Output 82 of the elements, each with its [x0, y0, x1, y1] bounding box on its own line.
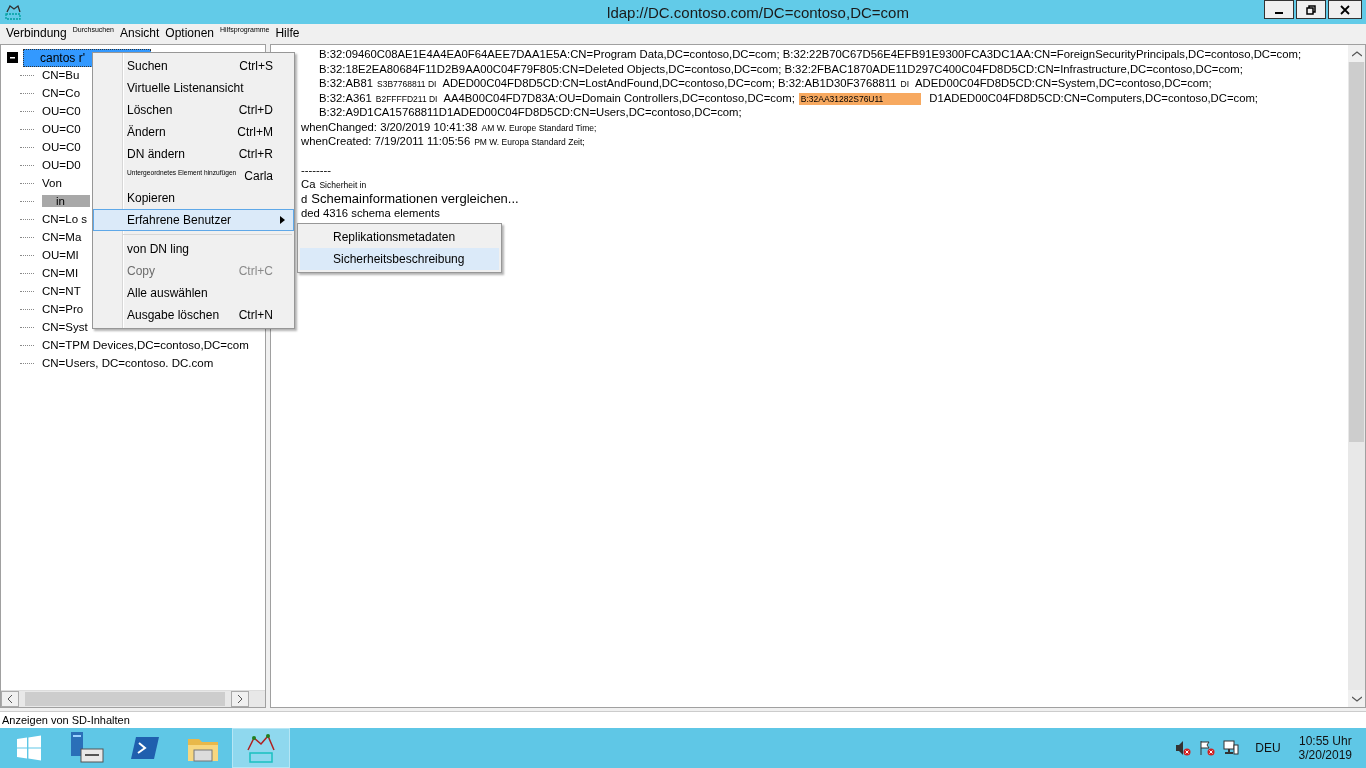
vertical-scrollbar[interactable] — [1348, 45, 1365, 707]
minimize-icon — [1275, 11, 1283, 14]
window-title: ldap://DC.contoso.com/DC=contoso,DC=com — [606, 3, 909, 21]
windows-icon — [16, 735, 42, 761]
menu-item[interactable]: Verbindung — [6, 26, 67, 40]
tree-item[interactable]: CN=Users, DC=contoso. DC.com — [42, 357, 214, 369]
menu-item[interactable]: Erfahrene Benutzer — [93, 209, 294, 231]
close-button[interactable] — [1328, 0, 1362, 19]
tree-item[interactable]: CN=Syst — [42, 321, 88, 333]
output-text: AM W. Europe Standard Time; — [481, 122, 597, 133]
output-text: Schemainformationen vergleichen... — [311, 190, 519, 206]
output-text: B:32:A9D1CA15768811D1ADED00C04FD8D5CD:CN=Users,DC=contoso,DC=com; — [319, 106, 742, 118]
tree-item[interactable]: CN=Co — [42, 87, 81, 99]
menu-item[interactable]: Ansicht — [120, 26, 160, 40]
tree-item[interactable]: OU=D0 — [42, 159, 81, 171]
minimize-button[interactable] — [1264, 0, 1294, 19]
scroll-down-button[interactable] — [1348, 690, 1365, 707]
output-text: Sicherheit in — [319, 180, 367, 190]
horizontal-scrollbar[interactable] — [1, 690, 265, 707]
output-text: ADED00C04FD8D5CD:CN=System,DC=contoso,DC=com; — [915, 77, 1212, 89]
tree-item[interactable]: CN=Bu — [42, 69, 80, 81]
menu-item[interactable]: Hilfe — [275, 26, 300, 40]
output-text: D1ADED00C04FD8D5CD:CN=Computers,DC=contoso,DC=com; — [929, 91, 1258, 104]
tree-item[interactable]: CN=Ma — [42, 231, 82, 243]
menu-item[interactable]: Ändern Ctrl+M — [93, 121, 294, 143]
tree-item[interactable]: CN=MI — [42, 267, 79, 279]
scroll-right-button[interactable] — [231, 691, 249, 707]
menu-item[interactable]: Alle auswählen — [93, 282, 294, 304]
output-text: whenCreated: 7/19/2011 11:05:56 — [301, 135, 471, 147]
tree-icon — [4, 3, 22, 21]
output-text: Ca — [301, 178, 316, 190]
submenu-arrow-icon — [280, 216, 285, 224]
tree-item[interactable]: in — [42, 195, 90, 207]
tree-item[interactable]: CN=NT — [42, 285, 81, 297]
close-icon — [1340, 4, 1350, 15]
language-indicator[interactable]: DEU — [1255, 741, 1281, 755]
tree-item[interactable]: OU=C0 — [42, 105, 81, 117]
output-text: d — [301, 192, 308, 205]
output-text: B:32:A361 — [319, 91, 372, 104]
menu-item[interactable]: Optionen — [165, 26, 215, 40]
status-text: Anzeigen von SD-Inhalten — [2, 714, 130, 726]
tree-item[interactable]: OU=C0 — [42, 123, 81, 135]
output-text: DI — [900, 79, 909, 89]
output-text: B:32:18E2EA80684F11D2B9AA00C04F79F805:CN=Deleted Objects,DC=contoso,DC=com; B:32:2FBAC1870ADE11D297C400C04FD8D5CD:CN=Infrastructure,DC=contoso,DC=com; — [319, 62, 1243, 75]
output-text: PM W. Europa Standard Zeit; — [474, 137, 585, 147]
scroll-thumb[interactable] — [25, 692, 225, 706]
menu-item[interactable]: Ausgabe löschen Ctrl+N — [93, 304, 294, 326]
output-text: whenChanged: 3/20/2019 10:41:38 — [301, 120, 478, 133]
scroll-left-button[interactable] — [1, 691, 19, 707]
tree-item[interactable]: CN=Lo s — [42, 213, 88, 225]
output-text: B:32AA31282S76U11 — [798, 92, 922, 105]
menu-item[interactable]: von DN ling — [93, 238, 294, 260]
menu-item[interactable]: Virtuelle Listenansicht — [93, 77, 294, 99]
output-text: B:32:AB81 — [319, 77, 373, 89]
output-text: S3B7768811 DI — [377, 79, 437, 89]
menu-item[interactable]: Löschen Ctrl+D — [93, 99, 294, 121]
clock[interactable]: 10:55 Uhr 3/20/2019 — [1298, 734, 1352, 762]
terminal-icon — [130, 735, 160, 761]
tree-item[interactable]: Von — [42, 177, 62, 189]
scroll-up-button[interactable] — [1348, 45, 1365, 62]
scroll-thumb[interactable] — [1349, 62, 1364, 442]
menu-item[interactable]: Replikationsmetadaten — [300, 226, 499, 248]
menu-item[interactable]: DN ändern Ctrl+R — [93, 143, 294, 165]
muted-speaker-icon — [1175, 740, 1192, 756]
menu-item[interactable]: Kopieren — [93, 187, 294, 209]
menu-item[interactable]: Sicherheitsbeschreibung — [300, 248, 499, 270]
output-text: AA4B00C04FD7D83A:OU=Domain Controllers,DC=contoso,DC=com; — [443, 91, 795, 104]
network-icon — [1223, 740, 1240, 756]
output-text: ded 4316 schema elements — [301, 207, 440, 219]
tree-item[interactable]: CN=Pro — [42, 303, 84, 315]
output-text: B2FFFFD211 DI — [375, 93, 438, 104]
restore-button[interactable] — [1296, 0, 1326, 19]
tree-item[interactable]: OU=MI — [42, 249, 79, 261]
output-text: B:32:09460C08AE1E4A4EA0F64AEE7DAA1E5A:CN=Program Data,DC=contoso,DC=com; B:32:22B70C67D56E4EFB91E9300FCA3DC1AA:CN=ForeignSecurityPrincipals,DC=contoso,DC=com; — [319, 48, 1302, 60]
tree-icon — [244, 732, 278, 764]
flag-icon — [1199, 740, 1216, 756]
output-text: -------- — [301, 163, 332, 176]
restore-icon — [1306, 4, 1316, 15]
tree-item[interactable]: CN=TPM Devices,DC=contoso,DC=com — [42, 339, 249, 351]
taskbar-app[interactable] — [232, 728, 290, 768]
output-text: ADED00C04FD8D5CD:CN=LostAndFound,DC=contoso,DC=com; B:32:AB1D30F3768811 — [442, 77, 897, 89]
tree-item[interactable]: OU=C0 — [42, 141, 81, 153]
